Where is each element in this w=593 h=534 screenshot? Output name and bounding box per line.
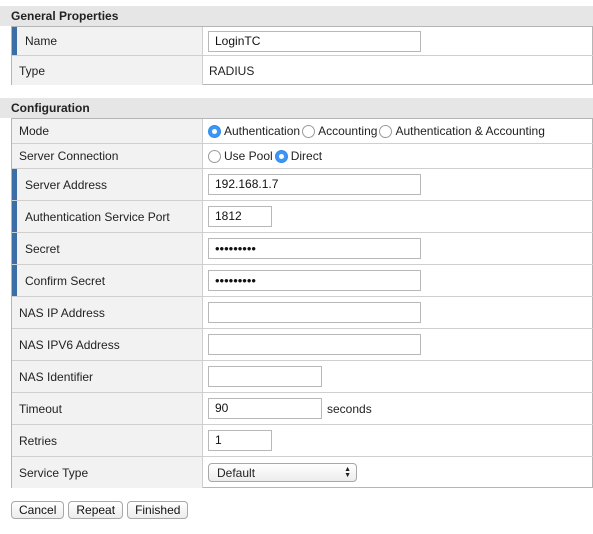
finished-button[interactable]: Finished bbox=[127, 501, 189, 519]
mode-label: Mode bbox=[12, 119, 203, 143]
nas-ip-label: NAS IP Address bbox=[12, 297, 203, 328]
nas-ip-input[interactable] bbox=[208, 302, 421, 323]
mode-row: Mode Authentication Accounting Authentic… bbox=[12, 119, 593, 144]
mode-accounting-radio[interactable] bbox=[302, 124, 316, 138]
retries-input[interactable]: 1 bbox=[208, 430, 272, 451]
server-address-input[interactable]: 192.168.1.7 bbox=[208, 174, 421, 195]
service-type-value: Default bbox=[217, 465, 256, 480]
nas-ipv6-label: NAS IPV6 Address bbox=[12, 329, 203, 360]
nas-ip-row: NAS IP Address bbox=[12, 297, 593, 329]
server-connection-radio-group: Use Pool Direct bbox=[204, 144, 593, 168]
direct-label[interactable]: Direct bbox=[291, 149, 322, 163]
confirm-secret-row: Confirm Secret ••••••••• bbox=[12, 265, 593, 297]
action-buttons: Cancel Repeat Finished bbox=[11, 501, 192, 519]
mode-auth-and-accounting-radio[interactable] bbox=[379, 124, 393, 138]
mode-auth-and-accounting-label[interactable]: Authentication & Accounting bbox=[395, 124, 544, 138]
mode-authentication-radio[interactable] bbox=[208, 124, 221, 138]
retries-row: Retries 1 bbox=[12, 425, 593, 457]
service-type-label: Service Type bbox=[12, 457, 203, 488]
use-pool-label[interactable]: Use Pool bbox=[224, 149, 273, 163]
timeout-input[interactable]: 90 bbox=[208, 398, 322, 419]
service-type-row: Service Type Default ▲ ▼ bbox=[12, 457, 593, 488]
auth-port-row: Authentication Service Port 1812 bbox=[12, 201, 593, 233]
nas-identifier-input[interactable] bbox=[208, 366, 322, 387]
type-label: Type bbox=[12, 56, 203, 85]
server-address-label: Server Address bbox=[12, 169, 203, 200]
nas-identifier-label: NAS Identifier bbox=[12, 361, 203, 392]
use-pool-radio[interactable] bbox=[208, 149, 221, 163]
nas-ipv6-row: NAS IPV6 Address bbox=[12, 329, 593, 361]
timeout-unit: seconds bbox=[327, 401, 372, 416]
name-label: Name bbox=[12, 27, 203, 55]
retries-label: Retries bbox=[12, 425, 203, 456]
auth-port-input[interactable]: 1812 bbox=[208, 206, 272, 227]
repeat-button[interactable]: Repeat bbox=[68, 501, 124, 519]
name-input[interactable]: LoginTC bbox=[208, 30, 421, 52]
direct-radio[interactable] bbox=[274, 149, 288, 163]
timeout-label: Timeout bbox=[12, 393, 203, 424]
secret-row: Secret ••••••••• bbox=[12, 233, 593, 265]
select-arrows-icon: ▲ ▼ bbox=[344, 465, 351, 479]
name-cell: LoginTC bbox=[204, 27, 593, 55]
type-row: Type RADIUS bbox=[12, 56, 593, 85]
general-properties-heading: General Properties bbox=[0, 6, 593, 26]
confirm-secret-label: Confirm Secret bbox=[12, 265, 203, 296]
timeout-row: Timeout 90 seconds bbox=[12, 393, 593, 425]
general-properties-table: Name LoginTC Type RADIUS bbox=[11, 26, 593, 85]
mode-authentication-label[interactable]: Authentication bbox=[224, 124, 300, 138]
secret-input[interactable]: ••••••••• bbox=[208, 238, 421, 259]
configuration-heading: Configuration bbox=[0, 98, 593, 118]
server-connection-row: Server Connection Use Pool Direct bbox=[12, 144, 593, 169]
auth-port-label: Authentication Service Port bbox=[12, 201, 203, 232]
type-value: RADIUS bbox=[209, 63, 255, 78]
server-connection-label: Server Connection bbox=[12, 144, 203, 168]
nas-identifier-row: NAS Identifier bbox=[12, 361, 593, 393]
confirm-secret-input[interactable]: ••••••••• bbox=[208, 270, 421, 291]
server-address-row: Server Address 192.168.1.7 bbox=[12, 169, 593, 201]
service-type-select[interactable]: Default ▲ ▼ bbox=[208, 463, 357, 482]
nas-ipv6-input[interactable] bbox=[208, 334, 421, 355]
mode-radio-group: Authentication Accounting Authentication… bbox=[204, 119, 593, 143]
configuration-table: Mode Authentication Accounting Authentic… bbox=[11, 118, 593, 488]
cancel-button[interactable]: Cancel bbox=[11, 501, 65, 519]
mode-accounting-label[interactable]: Accounting bbox=[318, 124, 377, 138]
name-row: Name LoginTC bbox=[12, 27, 593, 56]
secret-label: Secret bbox=[12, 233, 203, 264]
